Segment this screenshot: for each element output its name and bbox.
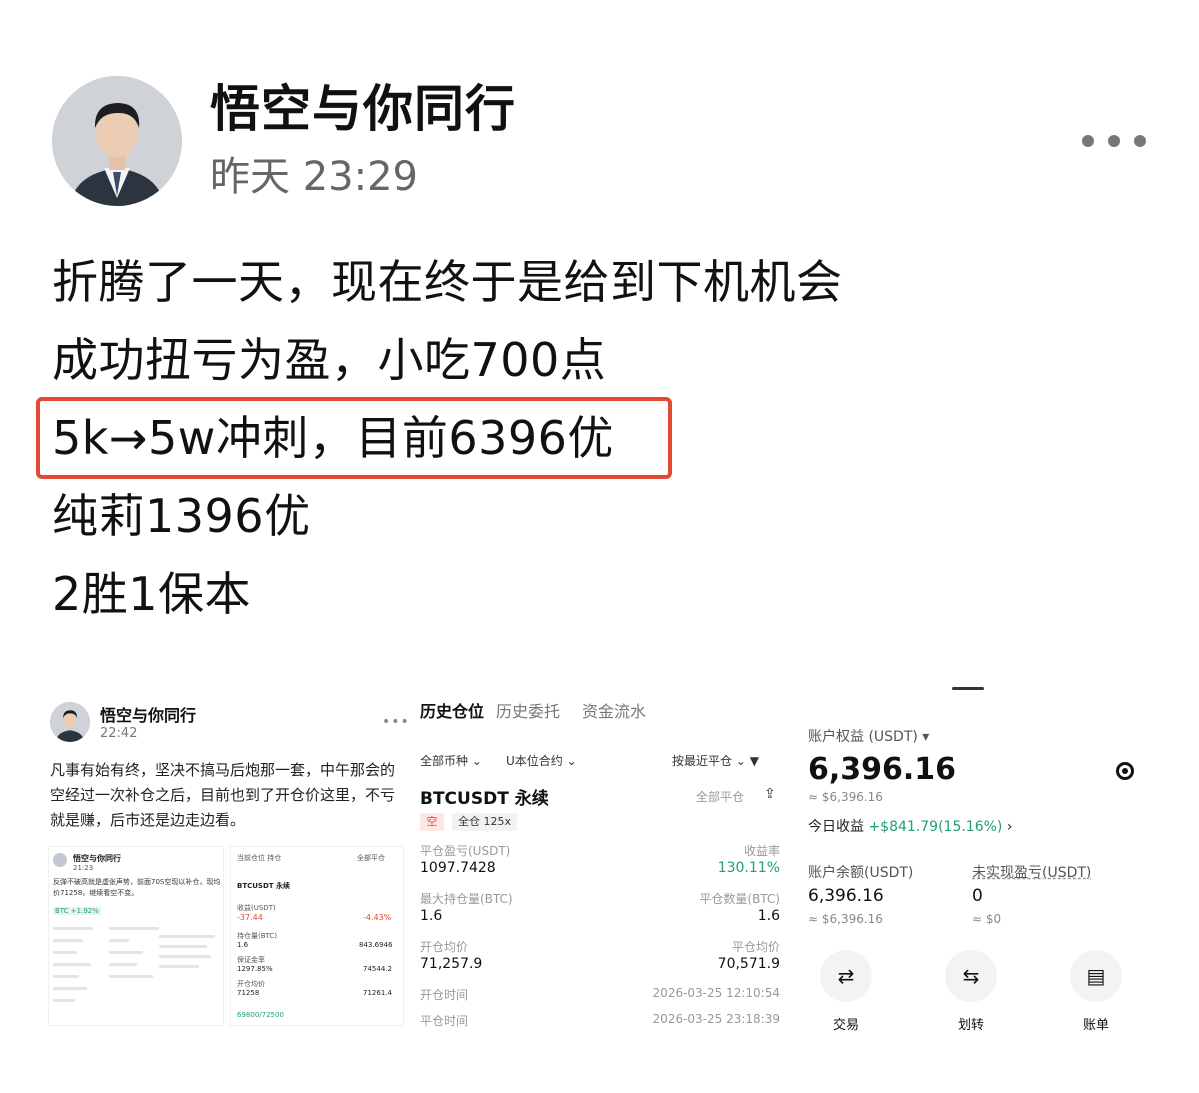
balance-approx: ≈ $6,396.16 — [808, 912, 883, 926]
inner-position-thumb: 当前仓位 持仓 全部平仓 BTCUSDT 永续 收益(USDT) -37.44 … — [230, 846, 404, 1026]
unrealized-value: 0 — [972, 886, 983, 906]
nested-author-name: 悟空与你同行 — [100, 706, 197, 725]
balance-label: 账户余额(USDT) — [808, 865, 914, 881]
today-pnl[interactable]: 今日收益 +$841.79(15.16%) › — [808, 816, 1012, 836]
chevron-down-icon: ⌄ — [471, 754, 482, 768]
highlight-box — [36, 397, 672, 479]
inner-qty-label: 持仓量(BTC) — [237, 932, 278, 940]
post-text-line-4: 纯莉1396优 — [52, 489, 311, 543]
post-image-2[interactable]: 历史仓位 历史委托 资金流水 全部币种 ⌄ U本位合约 ⌄ 按最近平仓 ⌄ ▼ … — [416, 678, 786, 1032]
equity-approx: ≈ $6,396.16 — [808, 790, 883, 804]
post-image-1[interactable]: 悟空与你同行 22:42 ••• 凡事有始有终，坚决不搞马后炮那一套，中午那会的… — [36, 678, 408, 1032]
caret-down-icon: ▾ — [922, 729, 930, 745]
inner-margin-value: 843.6946 — [359, 941, 393, 949]
inner-post-thumb: 悟空与你同行 21:23 反弹不破高就是虚张声势，前面70S空现以补仓，现均价7… — [48, 846, 224, 1026]
post-image-3[interactable]: 账户权益 (USDT) ▾ 6,396.16 ≈ $6,396.16 今日收益 … — [796, 678, 1160, 1032]
balance-value: 6,396.16 — [808, 886, 884, 906]
post-text-line-5: 2胜1保本 — [52, 567, 252, 621]
inner-open-label: 开仓均价 — [237, 980, 265, 988]
eye-icon[interactable] — [1116, 762, 1134, 780]
inner-rate-value: 1297.85% — [237, 965, 273, 973]
close-qty-label: 平仓数量(BTC) — [699, 892, 780, 906]
more-dots-icon — [1082, 135, 1094, 147]
chevron-down-icon: ⌄ — [566, 754, 577, 768]
close-time-value: 2026-03-25 23:18:39 — [652, 1012, 780, 1026]
avatar-portrait — [52, 76, 182, 206]
close-time-label: 平仓时间 — [420, 1014, 469, 1028]
realized-pnl-label: 平仓盈亏(USDT) — [420, 844, 511, 858]
close-qty-value: 1.6 — [757, 908, 780, 924]
post-timestamp: 昨天 23:29 — [210, 154, 418, 200]
transfer-button[interactable]: ⇆ 划转 — [939, 950, 1003, 1032]
author-name[interactable]: 悟空与你同行 — [210, 78, 516, 140]
nested-avatar — [50, 702, 90, 742]
inner-pnl-value: -37.44 — [237, 913, 263, 922]
inner-text: 反弹不破高就是虚张声势，前面70S空现以补仓，现均价71258，继续看空不变。 — [53, 878, 221, 897]
inner-pos-header: 当前仓位 持仓 — [237, 854, 282, 862]
inner-time: 21:23 — [73, 864, 94, 872]
more-options-button[interactable] — [1082, 128, 1146, 154]
inner-line — [53, 927, 93, 930]
author-avatar[interactable] — [52, 76, 182, 206]
close-all-label[interactable]: 全部平仓 — [696, 788, 744, 805]
inner-pnl-label: 收益(USDT) — [237, 904, 276, 912]
inner-rate-label: 保证金率 — [237, 956, 265, 964]
margin-mode-tag: 全仓 125x — [452, 813, 518, 831]
nested-screenshots: 悟空与你同行 21:23 反弹不破高就是虚张声势，前面70S空现以补仓，现均价7… — [48, 846, 404, 1026]
tab-history-orders[interactable]: 历史委托 — [496, 698, 560, 722]
tab-history-positions[interactable]: 历史仓位 — [420, 698, 484, 722]
transfer-icon: ⇆ — [945, 950, 997, 1002]
inner-pos-symbol: BTCUSDT 永续 — [237, 882, 290, 890]
tab-fund-flow[interactable]: 资金流水 — [582, 698, 646, 722]
trade-icon: ⇄ — [820, 950, 872, 1002]
post-text-line-2: 成功扭亏为盈，小吃700点 — [52, 333, 607, 387]
chevron-down-icon: ⌄ — [735, 754, 746, 768]
close-price-value: 70,571.9 — [717, 956, 780, 972]
inner-qty-value: 1.6 — [237, 941, 249, 949]
realized-pnl-value: 1097.7428 — [420, 860, 496, 876]
max-position-label: 最大持仓量(BTC) — [420, 892, 513, 906]
inner-author: 悟空与你同行 — [73, 854, 121, 863]
inner-tpsl: 69800/72500 — [237, 1011, 284, 1019]
unrealized-approx: ≈ $0 — [972, 912, 1002, 926]
post-text-line-1: 折腾了一天，现在终于是给到下机机会 — [52, 255, 843, 309]
chevron-right-icon: › — [1006, 819, 1013, 835]
open-time-label: 开仓时间 — [420, 988, 469, 1002]
roi-value: 130.11% — [717, 860, 780, 876]
filter-icon[interactable]: ▼ — [750, 754, 759, 768]
open-time-value: 2026-03-25 12:10:54 — [652, 986, 780, 1000]
unrealized-label[interactable]: 未实现盈亏(USDT) — [972, 862, 1091, 882]
today-pnl-value: +$841.79(15.16%) — [868, 819, 1003, 835]
roi-label: 收益率 — [743, 844, 780, 858]
filter-all-coins[interactable]: 全部币种 ⌄ — [420, 752, 482, 769]
trade-button[interactable]: ⇄ 交易 — [814, 950, 878, 1032]
inner-avatar — [53, 853, 67, 867]
open-price-label: 开仓均价 — [420, 940, 469, 954]
nested-post-text: 凡事有始有终，坚决不搞马后炮那一套，中午那会的空经过一次补仓之后，目前也到了开仓… — [50, 761, 396, 829]
max-position-value: 1.6 — [420, 908, 443, 924]
inner-open-value: 71258 — [237, 989, 260, 997]
equity-value: 6,396.16 — [808, 752, 957, 787]
side-tag: 空 — [420, 813, 444, 831]
equity-label[interactable]: 账户权益 (USDT) ▾ — [808, 726, 929, 746]
bill-icon: ▤ — [1070, 950, 1122, 1002]
close-price-label: 平仓均价 — [731, 940, 780, 954]
share-icon[interactable]: ⇪ — [764, 786, 776, 802]
sort-recent-close[interactable]: 按最近平仓 ⌄ ▼ — [672, 752, 759, 769]
nested-more-icon: ••• — [382, 714, 408, 730]
inner-mark-value: 74544.2 — [363, 965, 392, 973]
filter-contract-type[interactable]: U本位合约 ⌄ — [506, 752, 577, 769]
inner-pos-tag: 全部平仓 — [357, 854, 385, 862]
inner-tag: BTC +1.92% — [53, 907, 101, 915]
inner-roi-value: -4.43% — [363, 913, 392, 922]
bill-button[interactable]: ▤ 账单 — [1064, 950, 1128, 1032]
drag-handle[interactable] — [952, 687, 984, 690]
nested-post-time: 22:42 — [100, 726, 138, 741]
position-symbol[interactable]: BTCUSDT 永续 — [420, 784, 549, 809]
open-price-value: 71,257.9 — [420, 956, 483, 972]
inner-liq-value: 71261.4 — [363, 989, 392, 997]
